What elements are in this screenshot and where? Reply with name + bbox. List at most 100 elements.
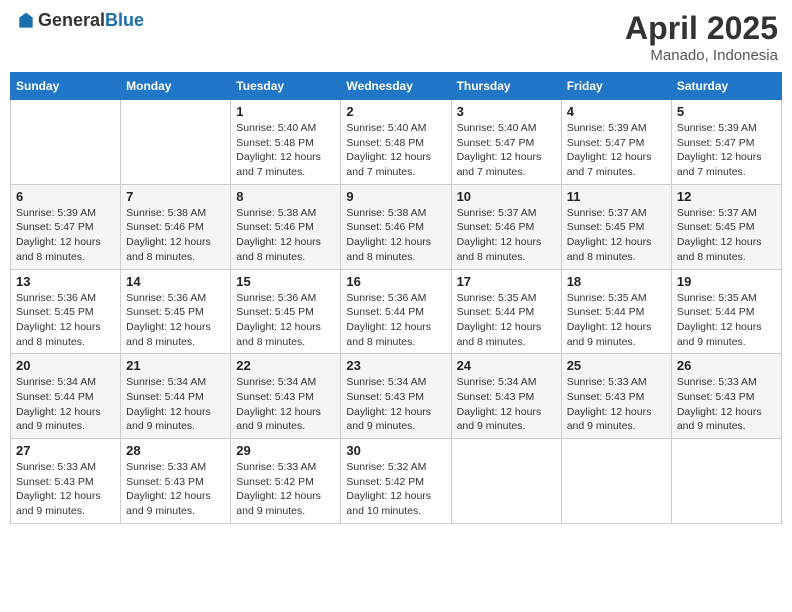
calendar-cell: 18 Sunrise: 5:35 AM Sunset: 5:44 PM Dayli… bbox=[561, 269, 671, 354]
day-number: 25 bbox=[567, 358, 666, 373]
calendar-cell: 5 Sunrise: 5:39 AM Sunset: 5:47 PM Daylig… bbox=[671, 100, 781, 185]
day-number: 6 bbox=[16, 189, 115, 204]
weekday-header: Sunday bbox=[11, 73, 121, 100]
day-info: Sunrise: 5:33 AM Sunset: 5:42 PM Dayligh… bbox=[236, 460, 335, 519]
calendar-cell: 14 Sunrise: 5:36 AM Sunset: 5:45 PM Dayli… bbox=[121, 269, 231, 354]
calendar-cell bbox=[671, 439, 781, 524]
day-number: 24 bbox=[457, 358, 556, 373]
day-number: 7 bbox=[126, 189, 225, 204]
day-info: Sunrise: 5:38 AM Sunset: 5:46 PM Dayligh… bbox=[126, 206, 225, 265]
calendar-cell: 11 Sunrise: 5:37 AM Sunset: 5:45 PM Dayli… bbox=[561, 184, 671, 269]
calendar-cell bbox=[11, 100, 121, 185]
calendar-cell: 23 Sunrise: 5:34 AM Sunset: 5:43 PM Dayli… bbox=[341, 354, 451, 439]
day-info: Sunrise: 5:34 AM Sunset: 5:43 PM Dayligh… bbox=[236, 375, 335, 434]
day-number: 17 bbox=[457, 274, 556, 289]
calendar-header-row: SundayMondayTuesdayWednesdayThursdayFrid… bbox=[11, 73, 782, 100]
day-info: Sunrise: 5:36 AM Sunset: 5:45 PM Dayligh… bbox=[16, 291, 115, 350]
calendar-cell: 1Sunrise: 5:40 AM Sunset: 5:48 PM Daylig… bbox=[231, 100, 341, 185]
day-number: 23 bbox=[346, 358, 445, 373]
day-info: Sunrise: 5:33 AM Sunset: 5:43 PM Dayligh… bbox=[567, 375, 666, 434]
day-number: 12 bbox=[677, 189, 776, 204]
day-info: Sunrise: 5:33 AM Sunset: 5:43 PM Dayligh… bbox=[16, 460, 115, 519]
title-block: April 2025 Manado, Indonesia bbox=[625, 10, 778, 64]
calendar-cell: 17 Sunrise: 5:35 AM Sunset: 5:44 PM Dayli… bbox=[451, 269, 561, 354]
day-number: 18 bbox=[567, 274, 666, 289]
day-number: 26 bbox=[677, 358, 776, 373]
calendar-cell: 16 Sunrise: 5:36 AM Sunset: 5:44 PM Dayli… bbox=[341, 269, 451, 354]
day-info: Sunrise: 5:40 AM Sunset: 5:48 PM Dayligh… bbox=[346, 121, 445, 180]
calendar-cell: 21 Sunrise: 5:34 AM Sunset: 5:44 PM Dayli… bbox=[121, 354, 231, 439]
calendar-cell: 28Sunrise: 5:33 AM Sunset: 5:43 PM Dayli… bbox=[121, 439, 231, 524]
day-number: 28 bbox=[126, 443, 225, 458]
day-info: Sunrise: 5:38 AM Sunset: 5:46 PM Dayligh… bbox=[346, 206, 445, 265]
day-info: Sunrise: 5:32 AM Sunset: 5:42 PM Dayligh… bbox=[346, 460, 445, 519]
day-number: 14 bbox=[126, 274, 225, 289]
logo: GeneralBlue bbox=[14, 10, 144, 31]
calendar-week-row: 6 Sunrise: 5:39 AM Sunset: 5:47 PM Daylig… bbox=[11, 184, 782, 269]
calendar-cell: 20Sunrise: 5:34 AM Sunset: 5:44 PM Dayli… bbox=[11, 354, 121, 439]
day-info: Sunrise: 5:33 AM Sunset: 5:43 PM Dayligh… bbox=[677, 375, 776, 434]
calendar-cell: 26 Sunrise: 5:33 AM Sunset: 5:43 PM Dayli… bbox=[671, 354, 781, 439]
day-number: 16 bbox=[346, 274, 445, 289]
day-info: Sunrise: 5:34 AM Sunset: 5:44 PM Dayligh… bbox=[16, 375, 115, 434]
day-number: 3 bbox=[457, 104, 556, 119]
calendar-cell: 6 Sunrise: 5:39 AM Sunset: 5:47 PM Daylig… bbox=[11, 184, 121, 269]
calendar-cell bbox=[451, 439, 561, 524]
calendar-week-row: 20Sunrise: 5:34 AM Sunset: 5:44 PM Dayli… bbox=[11, 354, 782, 439]
calendar-cell: 7 Sunrise: 5:38 AM Sunset: 5:46 PM Daylig… bbox=[121, 184, 231, 269]
day-info: Sunrise: 5:37 AM Sunset: 5:45 PM Dayligh… bbox=[677, 206, 776, 265]
calendar-cell: 15Sunrise: 5:36 AM Sunset: 5:45 PM Dayli… bbox=[231, 269, 341, 354]
weekday-header: Thursday bbox=[451, 73, 561, 100]
day-info: Sunrise: 5:40 AM Sunset: 5:47 PM Dayligh… bbox=[457, 121, 556, 180]
day-info: Sunrise: 5:39 AM Sunset: 5:47 PM Dayligh… bbox=[677, 121, 776, 180]
calendar-cell bbox=[121, 100, 231, 185]
day-number: 5 bbox=[677, 104, 776, 119]
day-number: 21 bbox=[126, 358, 225, 373]
day-number: 9 bbox=[346, 189, 445, 204]
day-number: 1 bbox=[236, 104, 335, 119]
calendar-cell: 13Sunrise: 5:36 AM Sunset: 5:45 PM Dayli… bbox=[11, 269, 121, 354]
calendar-cell: 10Sunrise: 5:37 AM Sunset: 5:46 PM Dayli… bbox=[451, 184, 561, 269]
calendar-cell: 12 Sunrise: 5:37 AM Sunset: 5:45 PM Dayli… bbox=[671, 184, 781, 269]
day-info: Sunrise: 5:39 AM Sunset: 5:47 PM Dayligh… bbox=[16, 206, 115, 265]
day-number: 22 bbox=[236, 358, 335, 373]
calendar-cell: 9 Sunrise: 5:38 AM Sunset: 5:46 PM Daylig… bbox=[341, 184, 451, 269]
day-info: Sunrise: 5:34 AM Sunset: 5:44 PM Dayligh… bbox=[126, 375, 225, 434]
day-info: Sunrise: 5:36 AM Sunset: 5:45 PM Dayligh… bbox=[126, 291, 225, 350]
day-number: 11 bbox=[567, 189, 666, 204]
day-info: Sunrise: 5:36 AM Sunset: 5:44 PM Dayligh… bbox=[346, 291, 445, 350]
calendar-week-row: 27 Sunrise: 5:33 AM Sunset: 5:43 PM Dayli… bbox=[11, 439, 782, 524]
day-number: 29 bbox=[236, 443, 335, 458]
day-number: 27 bbox=[16, 443, 115, 458]
day-info: Sunrise: 5:35 AM Sunset: 5:44 PM Dayligh… bbox=[567, 291, 666, 350]
calendar-cell: 24 Sunrise: 5:34 AM Sunset: 5:43 PM Dayli… bbox=[451, 354, 561, 439]
day-info: Sunrise: 5:37 AM Sunset: 5:45 PM Dayligh… bbox=[567, 206, 666, 265]
day-info: Sunrise: 5:39 AM Sunset: 5:47 PM Dayligh… bbox=[567, 121, 666, 180]
logo-icon bbox=[16, 11, 36, 31]
day-info: Sunrise: 5:35 AM Sunset: 5:44 PM Dayligh… bbox=[677, 291, 776, 350]
day-number: 15 bbox=[236, 274, 335, 289]
calendar-cell: 4Sunrise: 5:39 AM Sunset: 5:47 PM Daylig… bbox=[561, 100, 671, 185]
weekday-header: Monday bbox=[121, 73, 231, 100]
day-info: Sunrise: 5:38 AM Sunset: 5:46 PM Dayligh… bbox=[236, 206, 335, 265]
weekday-header: Wednesday bbox=[341, 73, 451, 100]
day-number: 2 bbox=[346, 104, 445, 119]
day-info: Sunrise: 5:37 AM Sunset: 5:46 PM Dayligh… bbox=[457, 206, 556, 265]
calendar-cell: 19 Sunrise: 5:35 AM Sunset: 5:44 PM Dayli… bbox=[671, 269, 781, 354]
location: Manado, Indonesia bbox=[625, 47, 778, 64]
calendar-cell: 25 Sunrise: 5:33 AM Sunset: 5:43 PM Dayli… bbox=[561, 354, 671, 439]
logo-general: General bbox=[38, 10, 105, 30]
calendar-cell: 29 Sunrise: 5:33 AM Sunset: 5:42 PM Dayli… bbox=[231, 439, 341, 524]
day-number: 8 bbox=[236, 189, 335, 204]
calendar-cell: 27 Sunrise: 5:33 AM Sunset: 5:43 PM Dayli… bbox=[11, 439, 121, 524]
day-info: Sunrise: 5:34 AM Sunset: 5:43 PM Dayligh… bbox=[457, 375, 556, 434]
day-number: 30 bbox=[346, 443, 445, 458]
day-info: Sunrise: 5:35 AM Sunset: 5:44 PM Dayligh… bbox=[457, 291, 556, 350]
calendar-cell: 22 Sunrise: 5:34 AM Sunset: 5:43 PM Dayli… bbox=[231, 354, 341, 439]
day-info: Sunrise: 5:34 AM Sunset: 5:43 PM Dayligh… bbox=[346, 375, 445, 434]
calendar-table: SundayMondayTuesdayWednesdayThursdayFrid… bbox=[10, 72, 782, 524]
calendar-cell: 3 Sunrise: 5:40 AM Sunset: 5:47 PM Daylig… bbox=[451, 100, 561, 185]
calendar-cell: 2 Sunrise: 5:40 AM Sunset: 5:48 PM Daylig… bbox=[341, 100, 451, 185]
calendar-cell: 8 Sunrise: 5:38 AM Sunset: 5:46 PM Daylig… bbox=[231, 184, 341, 269]
day-number: 19 bbox=[677, 274, 776, 289]
